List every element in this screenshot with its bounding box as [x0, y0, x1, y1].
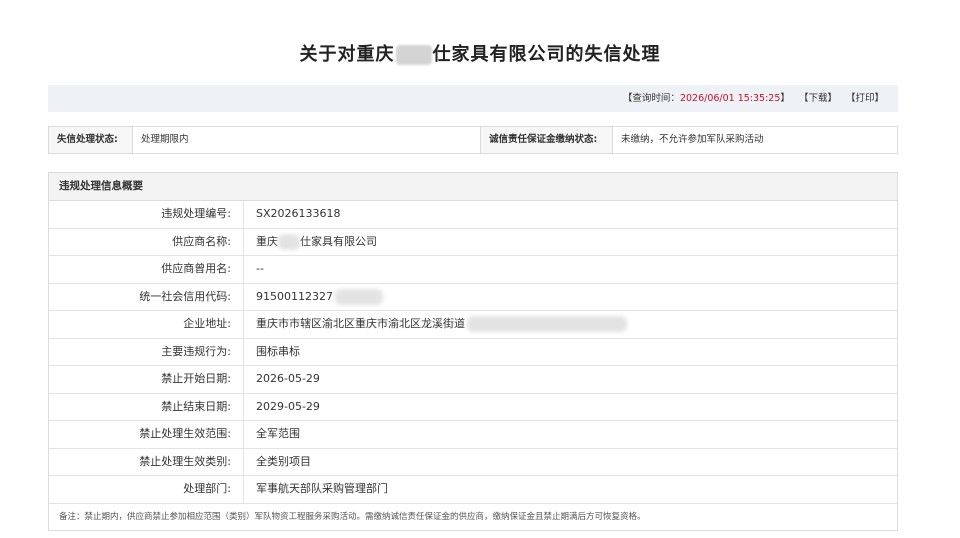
row-value: 全类别项目 — [256, 454, 311, 468]
redaction-mask — [395, 45, 432, 65]
row-label: 供应商名称: — [49, 228, 244, 255]
row-label: 统一社会信用代码: — [49, 283, 244, 310]
row-value: 全军范围 — [256, 427, 300, 440]
info-row: 禁止结束日期: 2029-05-29 — [49, 393, 897, 421]
query-bar: 【查询时间：2026/06/01 15:35:25】 【下载】 【打印】 — [48, 85, 898, 112]
info-row: 统一社会信用代码: 91500112327 — [49, 283, 897, 311]
status-deposit-label: 诚信责任保证金缴纳状态: — [481, 127, 613, 153]
row-label: 禁止开始日期: — [49, 366, 244, 393]
remark-text: 备注：禁止期内，供应商禁止参加相应范围（类别）军队物资工程服务采购活动。需缴纳诚… — [59, 511, 646, 522]
row-value: SX2026133618 — [256, 207, 341, 220]
row-value: 围标串标 — [256, 344, 300, 358]
row-label: 禁止处理生效范围: — [49, 421, 244, 448]
print-link[interactable]: 【打印】 — [846, 93, 884, 104]
info-row: 主要违规行为: 围标串标 — [49, 338, 897, 366]
row-label: 违规处理编号: — [49, 201, 244, 228]
title-prefix: 关于对重庆 — [299, 44, 395, 65]
credit-code-value: 91500112327 — [256, 289, 333, 303]
row-label: 禁止处理生效类别: — [49, 448, 244, 475]
redaction-mask — [278, 233, 300, 250]
status-deposit-value: 未缴纳，不允许参加军队采购活动 — [621, 134, 764, 145]
status-state-value: 处理期限内 — [133, 127, 481, 153]
info-row: 处理部门: 军事航天部队采购管理部门 — [49, 476, 897, 504]
supplier-name-suffix: 仕家具有限公司 — [300, 234, 377, 248]
row-value: 军事航天部队采购管理部门 — [256, 482, 388, 495]
info-row: 企业地址: 重庆市市辖区渝北区重庆市渝北区龙溪街道 — [49, 311, 897, 339]
row-label: 企业地址: — [49, 311, 244, 338]
info-row: 供应商曾用名: -- — [49, 256, 897, 284]
row-value: -- — [256, 262, 264, 275]
row-label: 供应商曾用名: — [49, 256, 244, 283]
row-value: 91500112327 — [244, 284, 897, 311]
row-value: 2029-05-29 — [256, 399, 320, 413]
supplier-name-prefix: 重庆 — [256, 234, 278, 248]
redaction-mask — [334, 288, 383, 305]
redaction-mask — [467, 316, 627, 332]
row-label: 禁止结束日期: — [49, 393, 244, 420]
info-row: 禁止处理生效类别: 全类别项目 — [49, 448, 897, 476]
violation-info-box: 违规处理信息概要 违规处理编号: SX2026133618 供应商名称: 重庆 仕… — [48, 172, 898, 531]
info-row: 禁止处理生效范围: 全军范围 — [49, 421, 897, 449]
row-value: 2026-05-29 — [256, 372, 320, 385]
row-label: 主要违规行为: — [49, 338, 244, 365]
info-row: 违规处理编号: SX2026133618 — [49, 201, 897, 229]
download-link[interactable]: 【下载】 — [799, 93, 837, 104]
row-value: 重庆 仕家具有限公司 — [244, 229, 897, 256]
address-value: 重庆市市辖区渝北区重庆市渝北区龙溪街道 — [256, 317, 465, 330]
status-state-label: 失信处理状态: — [49, 127, 133, 153]
info-row: 禁止开始日期: 2026-05-29 — [49, 366, 897, 394]
query-time-label: 【查询时间： — [622, 93, 680, 104]
title-suffix: 仕家具有限公司的失信处理 — [432, 44, 661, 65]
row-label: 处理部门: — [49, 476, 244, 503]
query-time-close: 】 — [780, 93, 790, 104]
info-row: 供应商名称: 重庆 仕家具有限公司 — [49, 228, 897, 256]
query-time-value: 2026/06/01 15:35:25 — [679, 93, 781, 104]
status-table: 失信处理状态: 处理期限内 诚信责任保证金缴纳状态: 未缴纳，不允许参加军队采购… — [48, 126, 898, 154]
row-value: 重庆市市辖区渝北区重庆市渝北区龙溪街道 — [244, 311, 897, 338]
info-header: 违规处理信息概要 — [49, 173, 897, 201]
page-title: 关于对重庆 仕家具有限公司的失信处理 — [0, 40, 960, 66]
